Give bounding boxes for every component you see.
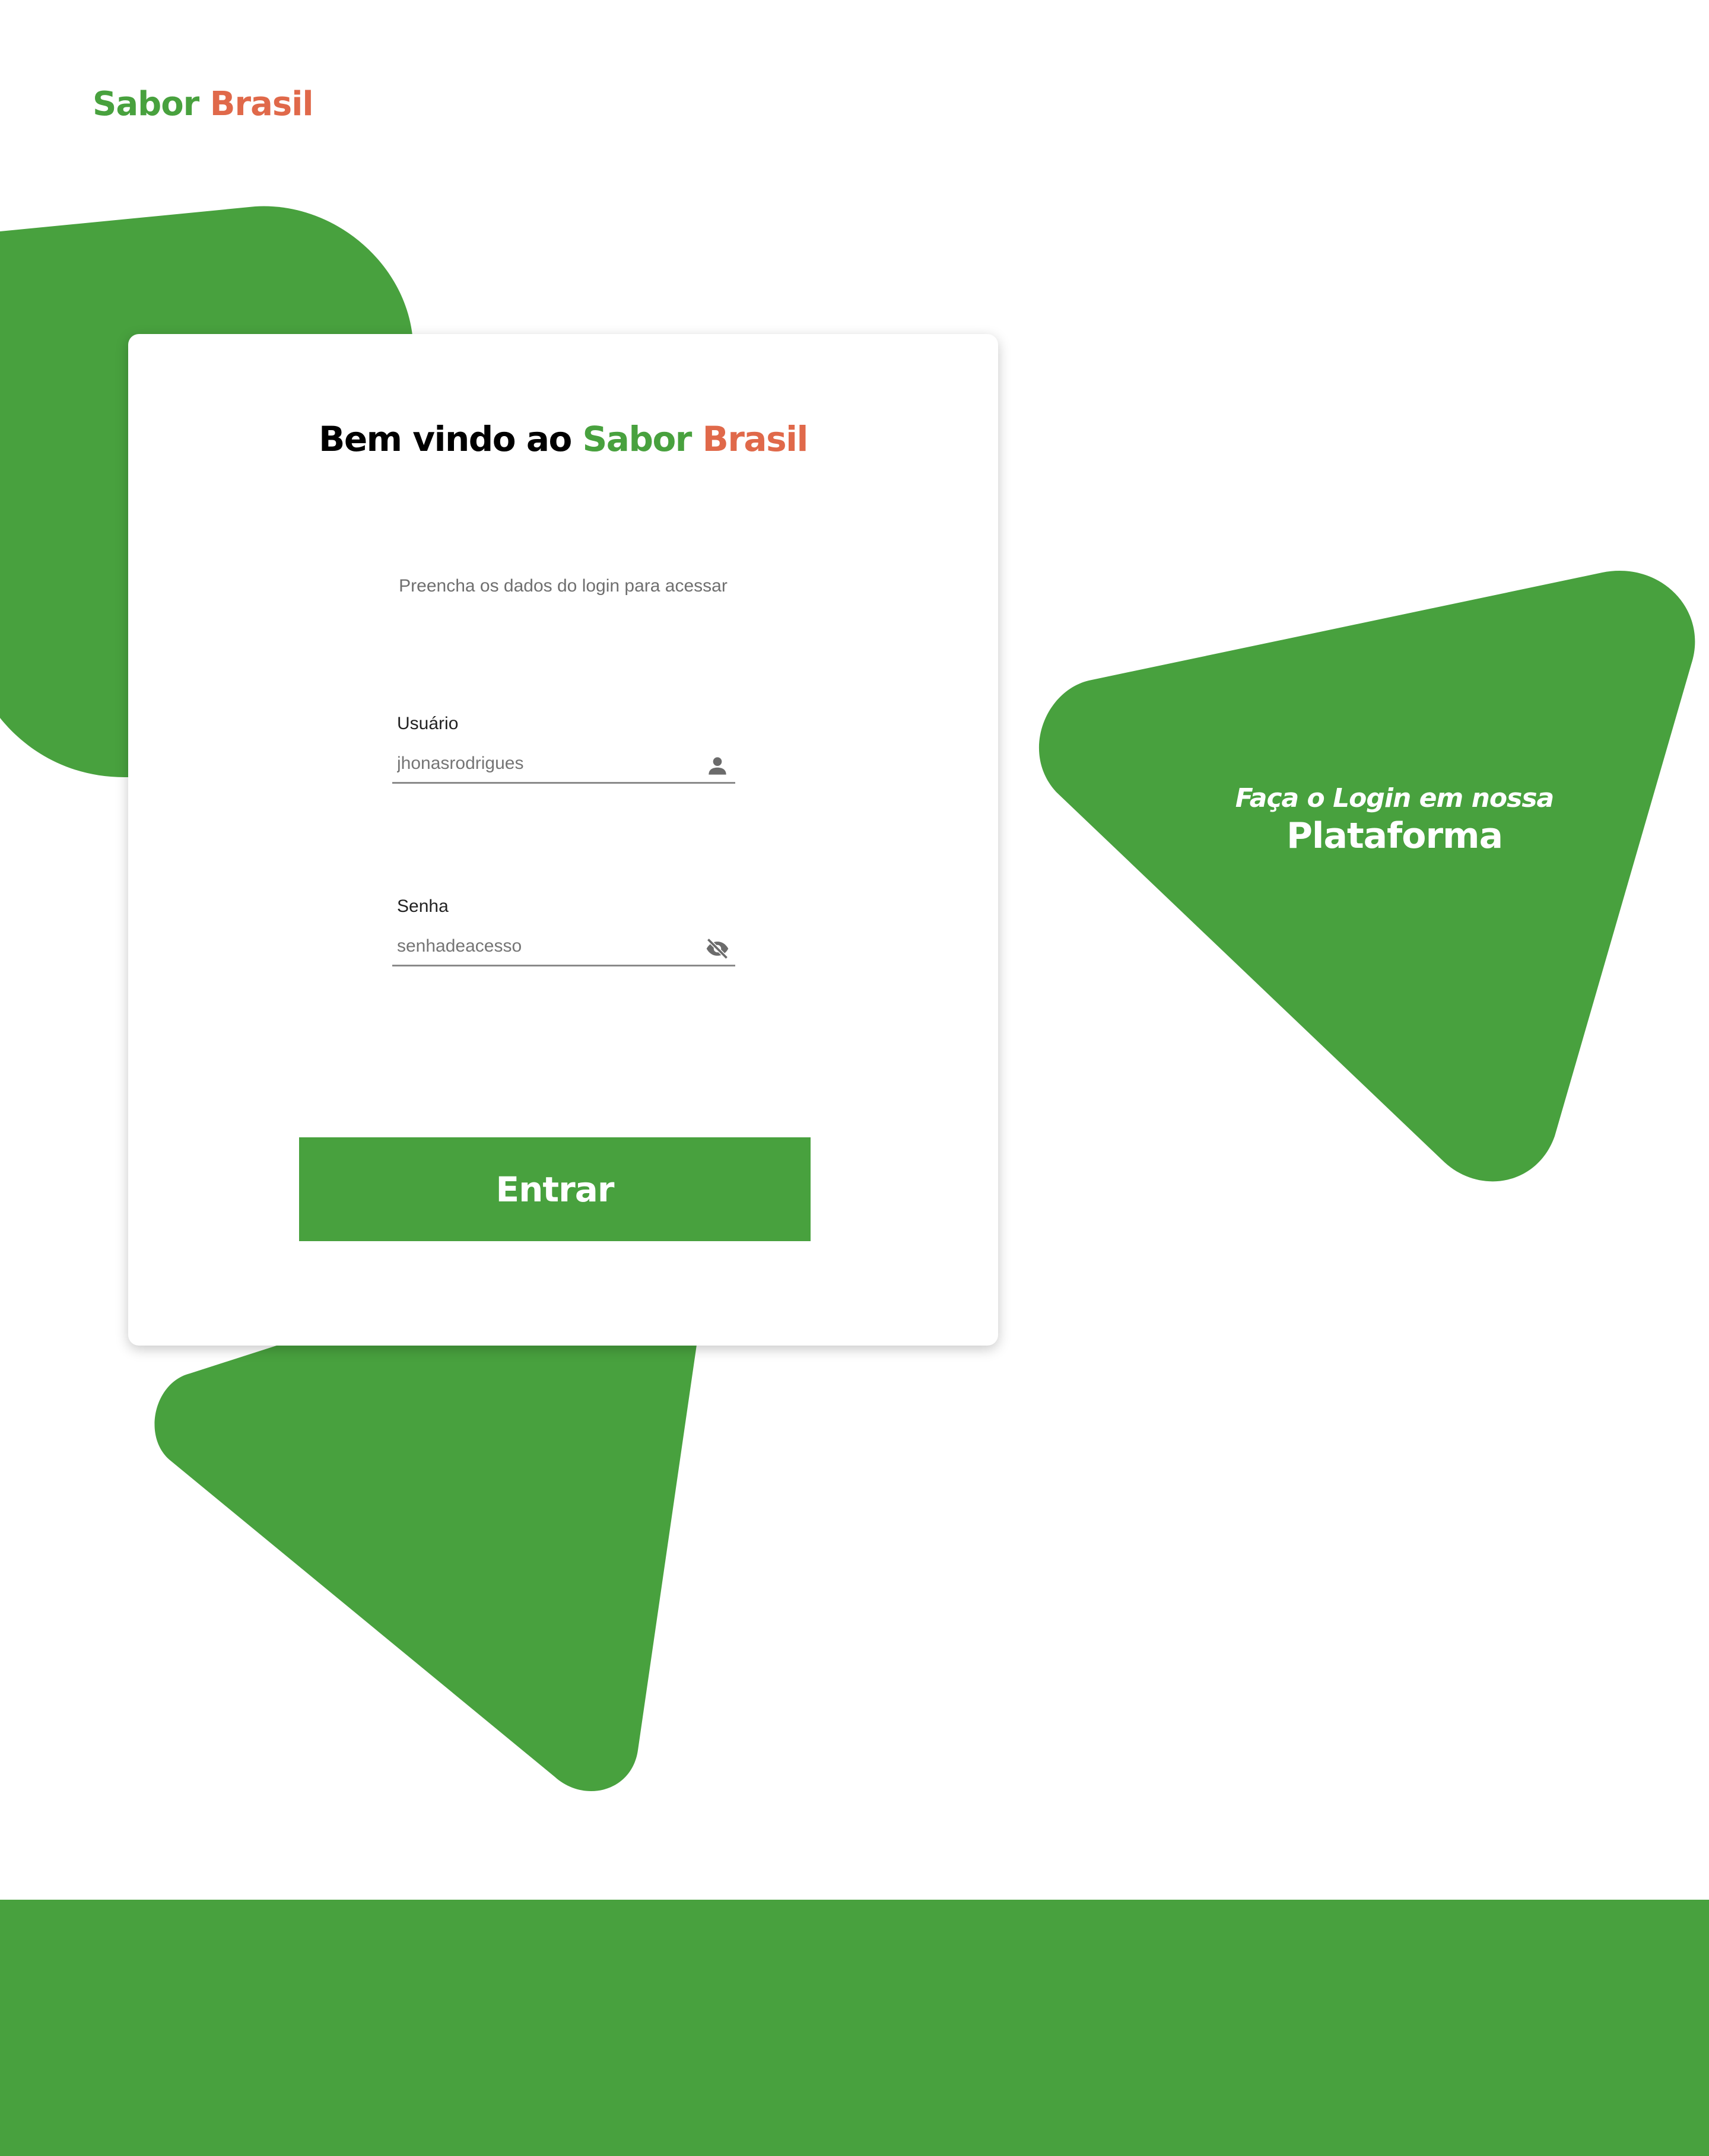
login-card: Bem vindo ao Sabor Brasil Preencha os da…: [128, 334, 998, 1346]
eye-off-icon[interactable]: [704, 936, 730, 962]
username-input[interactable]: [392, 745, 735, 784]
brand-logo-part1: Sabor: [93, 85, 199, 123]
promo-line1: Faça o Login em nossa: [1235, 783, 1554, 813]
login-title-brand-part1: Sabor: [582, 419, 693, 459]
login-title: Bem vindo ao Sabor Brasil: [128, 422, 998, 456]
login-submit-button[interactable]: Entrar: [299, 1137, 811, 1241]
password-label: Senha: [397, 896, 449, 916]
login-title-brand-part2: Brasil: [702, 419, 809, 459]
footer-band: [0, 1900, 1709, 2156]
password-field-group: Senha: [392, 896, 735, 968]
promo-line2: Plataforma: [1286, 815, 1503, 857]
promo-text: Faça o Login em nossa Plataforma: [1211, 783, 1578, 857]
brand-logo[interactable]: Sabor Brasil: [93, 85, 314, 123]
login-subtitle: Preencha os dados do login para acessar: [399, 576, 728, 596]
user-icon: [704, 753, 730, 779]
login-title-prefix: Bem vindo ao: [319, 419, 572, 459]
username-label: Usuário: [397, 714, 459, 733]
password-input[interactable]: [392, 927, 735, 966]
username-field-group: Usuário: [392, 714, 735, 785]
brand-logo-part2: Brasil: [209, 85, 314, 123]
